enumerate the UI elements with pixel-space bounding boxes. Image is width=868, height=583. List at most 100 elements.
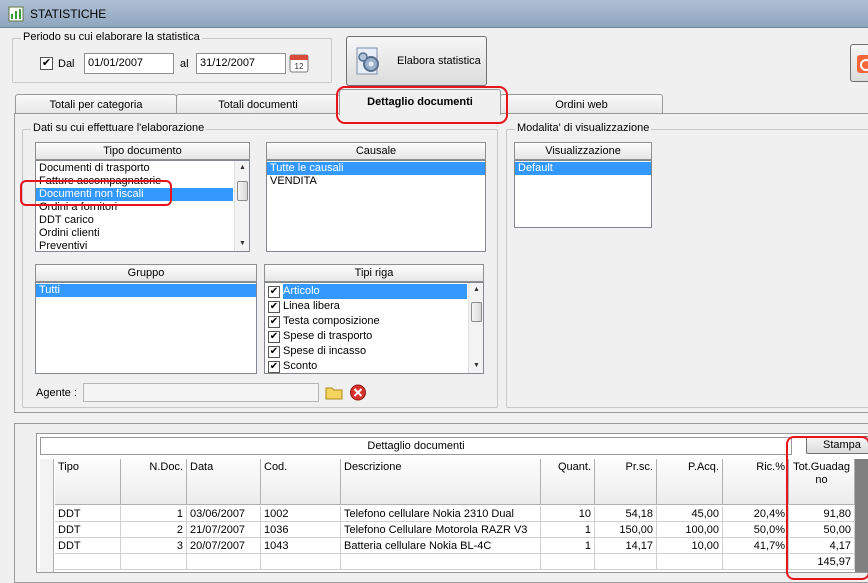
scroll-up-icon[interactable]: ▲ — [235, 161, 249, 175]
column-header[interactable]: N.Doc. — [121, 459, 187, 505]
table-cell[interactable]: DDT — [55, 522, 121, 538]
tipo-documento-item[interactable]: DDT carico — [36, 214, 233, 227]
folder-icon — [325, 387, 343, 400]
table-cell[interactable]: 20/07/2007 — [187, 538, 261, 554]
agente-field[interactable] — [83, 383, 319, 402]
table-cell[interactable]: 100,00 — [657, 522, 723, 538]
elabora-statistica-button[interactable]: Elabora statistica — [346, 36, 487, 86]
causale-item[interactable]: VENDITA — [267, 175, 485, 188]
table-cell[interactable]: Telefono cellulare Nokia 2310 Dual — [341, 506, 541, 522]
table-cell[interactable]: 1 — [541, 522, 595, 538]
column-header[interactable]: Data — [187, 459, 261, 505]
table-cell[interactable]: 21/07/2007 — [187, 522, 261, 538]
agente-browse-button[interactable] — [324, 383, 344, 402]
to-date-field[interactable]: 31/12/2007 — [196, 53, 286, 74]
filters-group-label: Dati su cui effettuare l'elaborazione — [31, 122, 207, 134]
from-label: Dal — [58, 58, 75, 70]
tipi-riga-item[interactable]: ✔ Spese di trasporto — [265, 329, 467, 344]
tipo-documento-item[interactable]: Preventivi — [36, 240, 233, 251]
visualizzazione-list[interactable]: Default — [514, 160, 652, 228]
table-cell[interactable]: 50,0% — [723, 522, 789, 538]
column-header[interactable]: Pr.sc. — [595, 459, 657, 505]
table-cell[interactable]: 150,00 — [595, 522, 657, 538]
tipi-riga-list[interactable]: ✔ Articolo ✔ Linea libera ✔ Testa composizion… — [264, 282, 484, 374]
tipi-riga-scrollbar[interactable]: ▲ ▼ — [468, 283, 483, 373]
gruppo-list[interactable]: Tutti — [35, 282, 257, 374]
table-cell[interactable]: 45,00 — [657, 506, 723, 522]
active-tab-highlight — [336, 86, 508, 124]
tipi-riga-label: Testa composizione — [283, 315, 380, 327]
tipi-riga-checkbox[interactable]: ✔ — [268, 330, 280, 343]
scroll-down-icon[interactable]: ▼ — [469, 359, 483, 373]
column-header[interactable]: Quant. — [541, 459, 595, 505]
tipi-riga-label: Linea libera — [283, 300, 340, 312]
tipi-riga-item[interactable]: ✔ Linea libera — [265, 299, 467, 314]
tipi-riga-checkbox[interactable]: ✔ — [268, 360, 280, 373]
total-row-cell — [121, 554, 187, 570]
table-cell[interactable]: 54,18 — [595, 506, 657, 522]
table-cell[interactable]: 41,7% — [723, 538, 789, 554]
total-row-cell — [187, 554, 261, 570]
tipi-riga-item[interactable]: ✔ Spese di incasso — [265, 344, 467, 359]
agente-clear-button[interactable] — [348, 383, 368, 402]
grid-title: Dettaglio documenti — [367, 440, 465, 452]
table-cell[interactable]: 10,00 — [657, 538, 723, 554]
exit-button[interactable] — [850, 44, 868, 82]
table-cell[interactable]: 10 — [541, 506, 595, 522]
svg-text:12: 12 — [295, 62, 304, 71]
causale-list[interactable]: Tutte le causali VENDITA — [266, 160, 486, 252]
table-cell[interactable]: 1002 — [261, 506, 341, 522]
documenti-non-fiscali-highlight — [20, 180, 172, 206]
table-cell[interactable]: 1 — [121, 506, 187, 522]
column-header[interactable]: Ric.% — [723, 459, 789, 505]
tipi-riga-checkbox[interactable]: ✔ — [268, 315, 280, 328]
table-cell[interactable]: 3 — [121, 538, 187, 554]
total-row-cell — [657, 554, 723, 570]
table-cell[interactable]: 1036 — [261, 522, 341, 538]
column-header[interactable]: Cod. — [261, 459, 341, 505]
tipi-riga-checkbox[interactable]: ✔ — [268, 300, 280, 313]
table-cell[interactable]: 1043 — [261, 538, 341, 554]
table-cell[interactable]: 03/06/2007 — [187, 506, 261, 522]
tipi-riga-checkbox[interactable]: ✔ — [268, 345, 280, 358]
elabora-statistica-label: Elabora statistica — [397, 55, 481, 67]
row-selector-column — [40, 459, 54, 572]
table-cell[interactable]: 20,4% — [723, 506, 789, 522]
gruppo-item[interactable]: Tutti — [36, 284, 256, 297]
total-row-cell — [341, 554, 541, 570]
statistics-app-icon — [8, 6, 24, 22]
table-cell[interactable]: DDT — [55, 538, 121, 554]
scroll-up-icon[interactable]: ▲ — [469, 283, 483, 297]
table-cell[interactable]: Telefono Cellulare Motorola RAZR V3 — [341, 522, 541, 538]
column-header[interactable]: Tipo — [55, 459, 121, 505]
table-cell[interactable]: DDT — [55, 506, 121, 522]
calendar-button[interactable]: 12 — [289, 54, 309, 73]
total-row-cell — [723, 554, 789, 570]
from-date-checkbox[interactable]: ✔ — [40, 57, 53, 70]
tipi-riga-item[interactable]: ✔ Testa composizione — [265, 314, 467, 329]
tipo-documento-list[interactable]: Documenti di trasporto Fatture accompagna… — [35, 160, 250, 252]
visualizzazione-item[interactable]: Default — [515, 162, 651, 175]
tipo-documento-scrollbar[interactable]: ▲ ▼ — [234, 161, 249, 251]
table-cell[interactable]: 1 — [541, 538, 595, 554]
total-row-cell — [541, 554, 595, 570]
tipo-documento-item[interactable]: Ordini clienti — [36, 227, 233, 240]
tipi-riga-checkbox[interactable]: ✔ — [268, 285, 280, 298]
scroll-thumb[interactable] — [237, 181, 248, 201]
from-date-field[interactable]: 01/01/2007 — [84, 53, 174, 74]
table-cell[interactable]: 2 — [121, 522, 187, 538]
column-header[interactable]: P.Acq. — [657, 459, 723, 505]
table-cell[interactable]: Batteria cellulare Nokia BL-4C — [341, 538, 541, 554]
title-bar: STATISTICHE — [0, 0, 868, 28]
scroll-down-icon[interactable]: ▼ — [235, 237, 249, 251]
tipi-riga-item[interactable]: ✔ Articolo — [265, 284, 467, 299]
tipo-documento-item[interactable]: Documenti di trasporto — [36, 162, 233, 175]
tipi-riga-item[interactable]: ✔ Sconto — [265, 359, 467, 373]
column-header[interactable]: Descrizione — [341, 459, 541, 505]
table-cell[interactable]: 14,17 — [595, 538, 657, 554]
gruppo-header: Gruppo — [35, 264, 257, 282]
grid-title-bar: Dettaglio documenti — [40, 437, 792, 455]
scroll-thumb[interactable] — [471, 302, 482, 322]
visualizzazione-header: Visualizzazione — [514, 142, 652, 160]
causale-item[interactable]: Tutte le causali — [267, 162, 485, 175]
